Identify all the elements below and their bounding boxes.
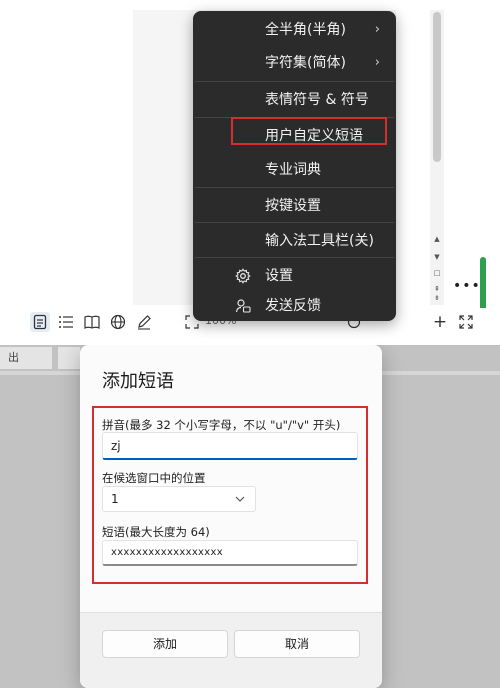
background-tab: 出 <box>0 347 52 369</box>
status-green-bar <box>480 257 486 315</box>
menu-item-character-set[interactable]: 字符集(简体) › <box>193 46 396 80</box>
add-button[interactable]: 添加 <box>102 630 228 658</box>
menu-item-label: 设置 <box>265 268 293 284</box>
menu-item-settings[interactable]: 设置 <box>193 259 396 293</box>
document-right-margin <box>396 10 430 305</box>
dialog-title: 添加短语 <box>102 371 174 392</box>
menu-item-emoji-symbols[interactable]: 表情符号 & 符号 <box>193 83 396 117</box>
background-tab-2 <box>58 347 80 369</box>
page-down-icon[interactable]: ⇟ <box>431 293 443 303</box>
cancel-button[interactable]: 取消 <box>234 630 360 658</box>
menu-item-fullwidth-halfwidth[interactable]: 全半角(半角) › <box>193 13 396 47</box>
dialog-footer: 添加 取消 <box>80 612 382 688</box>
fullscreen-expand-icon[interactable] <box>456 312 476 332</box>
menu-item-label: 发送反馈 <box>265 298 321 314</box>
document-margin <box>0 10 133 305</box>
scroll-down-arrow-icon[interactable]: ▼ <box>431 252 443 262</box>
menu-item-label: 专业词典 <box>265 162 321 178</box>
menu-item-label: 输入法工具栏(关) <box>265 233 374 249</box>
menu-separator <box>195 187 394 188</box>
menu-separator <box>195 222 394 223</box>
menu-item-label: 字符集(简体) <box>265 55 346 71</box>
menu-item-key-settings[interactable]: 按键设置 <box>193 189 396 223</box>
highlight-box-user-phrases <box>231 117 387 145</box>
top-screenshot: ▲ ▼ □ ⇞ ⇟ ••• 100% + <box>0 0 500 340</box>
scrollbar-thumb[interactable] <box>433 12 441 162</box>
menu-item-send-feedback[interactable]: 发送反馈 <box>193 289 396 323</box>
more-options-button[interactable]: ••• <box>453 276 480 296</box>
feedback-icon <box>233 289 253 326</box>
chevron-right-icon: › <box>374 55 380 70</box>
menu-item-ime-toolbar[interactable]: 输入法工具栏(关) <box>193 224 396 258</box>
highlight-box-form-fields <box>92 406 368 584</box>
scroll-up-arrow-icon[interactable]: ▲ <box>431 234 443 244</box>
read-mode-book-icon[interactable] <box>82 312 102 332</box>
menu-item-label: 全半角(半角) <box>265 22 346 38</box>
menu-separator <box>195 81 394 82</box>
page-square-icon[interactable]: □ <box>431 268 443 278</box>
menu-item-label: 表情符号 & 符号 <box>265 92 369 108</box>
menu-item-label: 按键设置 <box>265 198 321 214</box>
menu-item-professional-dictionary[interactable]: 专业词典 <box>193 153 396 187</box>
page-view-icon[interactable] <box>30 312 50 332</box>
ime-context-menu: 全半角(半角) › 字符集(简体) › 表情符号 & 符号 用户自定义短语 专业… <box>193 11 396 321</box>
pen-edit-icon[interactable] <box>134 312 154 332</box>
menu-separator <box>195 257 394 258</box>
chevron-right-icon: › <box>374 22 380 37</box>
web-layout-globe-icon[interactable] <box>108 312 128 332</box>
zoom-in-plus-icon[interactable]: + <box>430 312 450 332</box>
outline-view-icon[interactable] <box>56 312 76 332</box>
